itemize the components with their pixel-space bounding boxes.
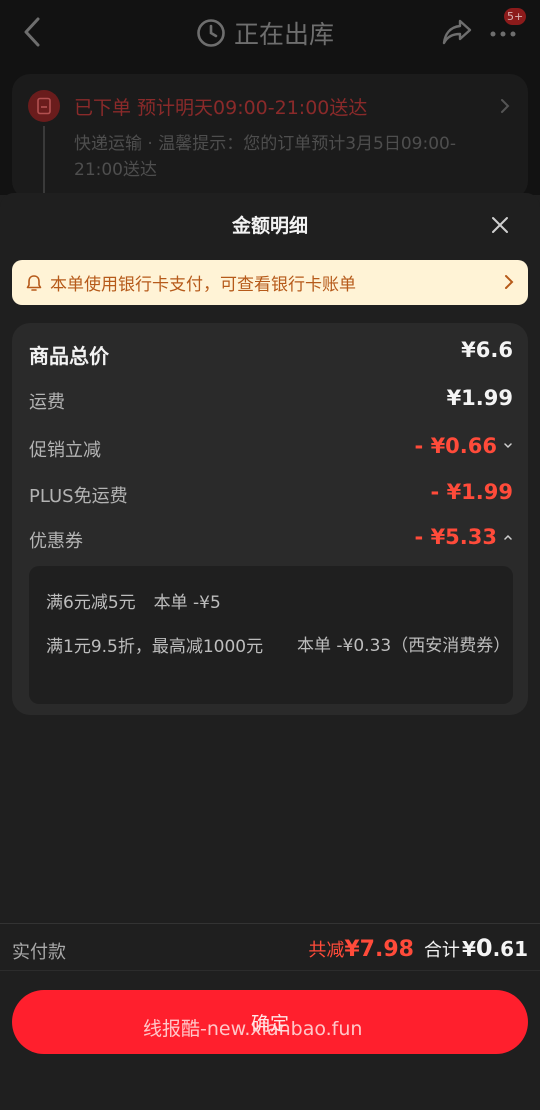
chevron-right-icon [501,99,510,113]
total-discount-value: ¥7.98 [344,937,414,962]
payment-summary: 共减 ¥7.98 合计 ¥0.61 [308,934,528,966]
page-title: 正在出库 [234,20,335,49]
coupon-label: 优惠券 [29,531,83,552]
row-shipping: 运费 ¥1.99 [29,386,513,416]
order-status-label: 已下单 [74,97,132,119]
sum-decimal: .61 [492,937,528,961]
total-price-label: 商品总价 [29,344,109,368]
promotion-value: - ¥0.66 [414,434,497,458]
chevron-right-icon [505,275,514,289]
message-count-badge: 5+ [504,8,527,25]
coupon-item-1-amount: 本单 -¥5 [153,593,221,613]
share-button[interactable] [440,16,474,48]
sum-value: ¥0.61 [462,934,528,962]
sum-integer: 0 [475,934,493,962]
promotion-label: 促销立减 [29,440,101,461]
amount-detail-card: 商品总价 ¥6.6 运费 ¥1.99 促销立减 - ¥0.66 PLUS免运费 … [12,323,528,715]
top-bar: 正在出库 5+ [0,0,540,66]
order-eta: 预计明天09:00-21:00送达 [137,97,368,119]
close-icon [492,217,508,233]
close-button[interactable] [490,215,510,235]
timeline-line [43,126,45,196]
actual-payment-label: 实付款 [12,942,66,963]
chevron-left-icon [24,17,40,47]
page-title-group: 正在出库 [196,14,334,52]
chevron-down-icon [504,443,512,449]
row-promotion[interactable]: 促销立减 - ¥0.66 [29,434,513,464]
order-description: 快递运输 · 温馨提示：您的订单预计3月5日09:00-21:00送达 [74,134,456,180]
total-price-value: ¥6.6 [461,338,513,362]
row-plus-shipping: PLUS免运费 - ¥1.99 [29,480,513,510]
coupon-value-group: - ¥5.33 [415,525,513,549]
bank-card-notice[interactable]: 本单使用银行卡支付，可查看银行卡账单 [12,260,528,305]
plus-shipping-label: PLUS免运费 [29,486,128,507]
coupon-item-1: 满6元减5元 本单 -¥5 [46,588,221,613]
order-icon [28,90,60,122]
coupon-item-2-name: 满1元9.5折，最高减1000元 [46,637,264,657]
bell-icon [26,274,42,291]
document-icon [37,97,51,115]
coupon-item-2-amount: 本单 -¥0.33（西安消费券） [297,636,511,656]
watermark-text: 线报酷-new.xianbao.fun [143,1018,363,1040]
notice-text: 本单使用银行卡支付，可查看银行卡账单 [50,275,356,295]
footer-divider [0,923,540,924]
order-status-text: 已下单 预计明天09:00-21:00送达 [74,93,367,120]
row-coupon[interactable]: 优惠券 - ¥5.33 [29,525,513,555]
coupon-detail-box: 满6元减5元 本单 -¥5 满1元9.5折，最高减1000元 本单 -¥0.33（… [29,566,513,704]
chevron-up-icon [504,534,512,540]
sheet-title: 金额明细 [231,215,308,237]
row-total-price: 商品总价 ¥6.6 [29,338,513,368]
shipping-value: ¥1.99 [446,386,513,410]
coupon-item-1-name: 满6元减5元 [46,593,136,613]
shipping-label: 运费 [29,392,65,413]
share-icon [442,19,472,45]
sum-currency: ¥ [461,937,476,961]
back-button[interactable] [18,14,50,50]
footer-divider-2 [0,970,540,971]
coupon-value: - ¥5.33 [414,525,497,549]
order-status-card[interactable]: 已下单 预计明天09:00-21:00送达 快递运输 · 温馨提示：您的订单预计3… [12,74,528,199]
plus-shipping-value: - ¥1.99 [430,480,513,504]
sum-label: 合计 [423,940,460,961]
promotion-value-group: - ¥0.66 [415,434,513,458]
total-discount-label: 共减 [308,940,345,961]
clock-icon [197,19,225,47]
amount-detail-sheet: 金额明细 本单使用银行卡支付，可查看银行卡账单 商品总价 ¥6.6 运费 ¥1.… [0,193,540,1110]
